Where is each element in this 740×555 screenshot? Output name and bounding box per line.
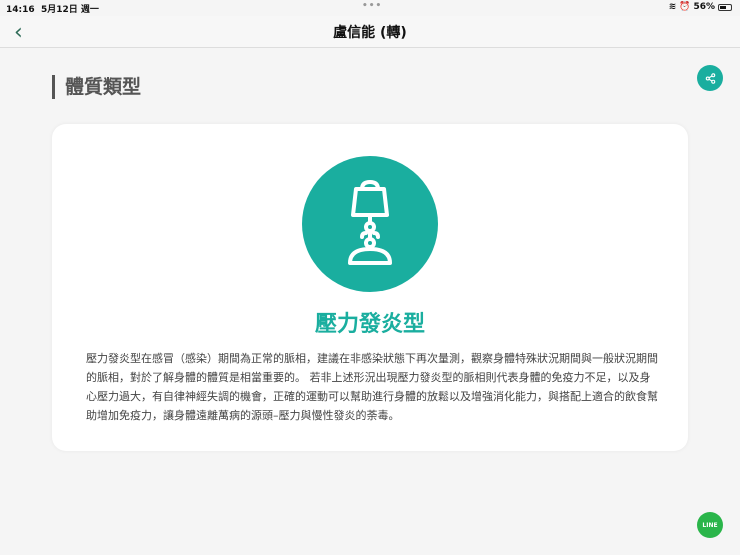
line-icon: LINE	[702, 521, 718, 529]
battery-icon	[718, 3, 732, 11]
alarm-icon: ⏰	[679, 2, 691, 12]
battery-percent: 56%	[693, 2, 715, 12]
nav-bar: ‹ 盧信能 (轉)	[0, 16, 740, 48]
share-button[interactable]	[697, 65, 723, 91]
share-icon	[705, 72, 715, 84]
description-line: 助增加免疫力，讓身體遠離萬病的源頭–壓力與慢性發炎的荼毒。	[86, 409, 400, 422]
constitution-icon-circle	[302, 156, 438, 292]
result-card: 壓力發炎型 壓力發炎型在感冒（感染）期間為正常的脈相，建議在非感染狀態下再次量測…	[52, 124, 688, 451]
description-line: 壓力發炎型在感冒（感染）期間為正常的脈相，建議在非感染狀態下再次量測，觀察身體特…	[86, 352, 658, 365]
multitask-dots[interactable]: •••	[362, 1, 382, 11]
line-chat-button[interactable]: LINE	[697, 512, 723, 538]
description-line: 心壓力過大，有自律神經失調的機會，正確的運動可以幫助進行身體的放鬆以及增強消化能…	[86, 390, 658, 403]
page-title: 盧信能 (轉)	[333, 25, 407, 41]
description-line: 的脈相，對於了解身體的體質是相當重要的。 若非上述形況出現壓力發炎型的脈相則代表…	[86, 371, 651, 384]
status-bar: 14:16 5月12日 週一 ••• ≋ ⏰ 56%	[0, 0, 740, 16]
lamp-icon	[348, 180, 392, 265]
constitution-type-title: 壓力發炎型	[314, 312, 425, 337]
wifi-icon: ≋	[668, 2, 677, 12]
constitution-description: 壓力發炎型在感冒（感染）期間為正常的脈相，建議在非感染狀態下再次量測，觀察身體特…	[86, 349, 658, 425]
status-time: 14:16 5月12日 週一	[6, 5, 99, 15]
section-title: 體質類型	[52, 75, 141, 99]
